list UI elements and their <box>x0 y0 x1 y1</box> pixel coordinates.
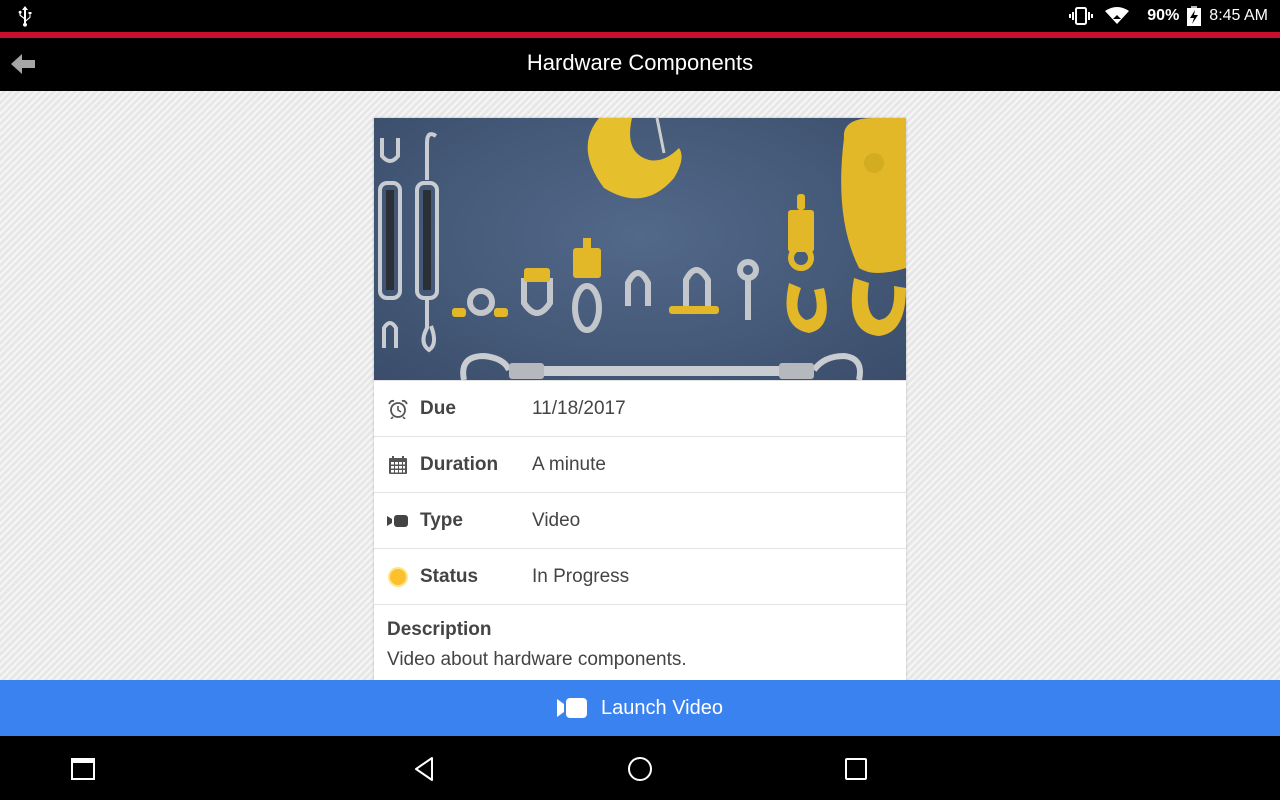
detail-row-duration: Duration A minute <box>374 436 906 492</box>
detail-label: Status <box>420 565 479 587</box>
app-bar: Hardware Components <box>0 38 1280 91</box>
calendar-icon <box>387 454 409 476</box>
back-triangle-icon[interactable] <box>412 756 438 782</box>
home-circle-icon[interactable] <box>627 756 653 782</box>
detail-label: Duration <box>420 453 499 475</box>
type-value: Video <box>532 509 581 531</box>
wifi-icon <box>1105 7 1130 24</box>
duration-value: A minute <box>532 453 606 475</box>
usb-icon <box>18 6 32 27</box>
battery-charging-icon <box>1187 6 1202 26</box>
status-right: 90% 8:45 AM <box>1069 0 1268 32</box>
alarm-clock-icon <box>387 398 409 420</box>
detail-row-due: Due 11/18/2017 <box>374 380 906 436</box>
page-title: Hardware Components <box>526 50 754 75</box>
screen-pin-icon[interactable] <box>70 756 96 782</box>
video-camera-icon <box>387 510 409 532</box>
content-area: Due 11/18/2017 Duration A minute Type Vi… <box>0 91 1280 680</box>
status-bar: 90% 8:45 AM <box>0 0 1280 32</box>
hardware-image <box>374 118 906 380</box>
status-value: In Progress <box>532 565 630 587</box>
vibrate-icon <box>1069 7 1094 25</box>
status-dot-icon <box>387 566 409 588</box>
video-camera-icon <box>557 698 588 718</box>
description-text: Video about hardware components. <box>387 649 687 670</box>
hardware-illustration <box>378 118 906 380</box>
battery-percent: 90% <box>1147 7 1180 24</box>
due-date-value: 11/18/2017 <box>532 397 626 419</box>
detail-label: Due <box>420 397 456 419</box>
description-heading: Description <box>387 619 492 640</box>
description-section: Description Video about hardware compone… <box>374 604 906 680</box>
assignment-card: Due 11/18/2017 Duration A minute Type Vi… <box>374 118 906 680</box>
detail-row-type: Type Video <box>374 492 906 548</box>
detail-label: Type <box>420 509 463 531</box>
recents-square-icon[interactable] <box>843 756 869 782</box>
clock: 8:45 AM <box>1209 7 1268 24</box>
launch-video-label: Launch Video <box>601 696 723 719</box>
detail-row-status: Status In Progress <box>374 548 906 604</box>
system-nav-bar <box>0 736 1280 800</box>
launch-video-button[interactable]: Launch Video <box>0 680 1280 736</box>
